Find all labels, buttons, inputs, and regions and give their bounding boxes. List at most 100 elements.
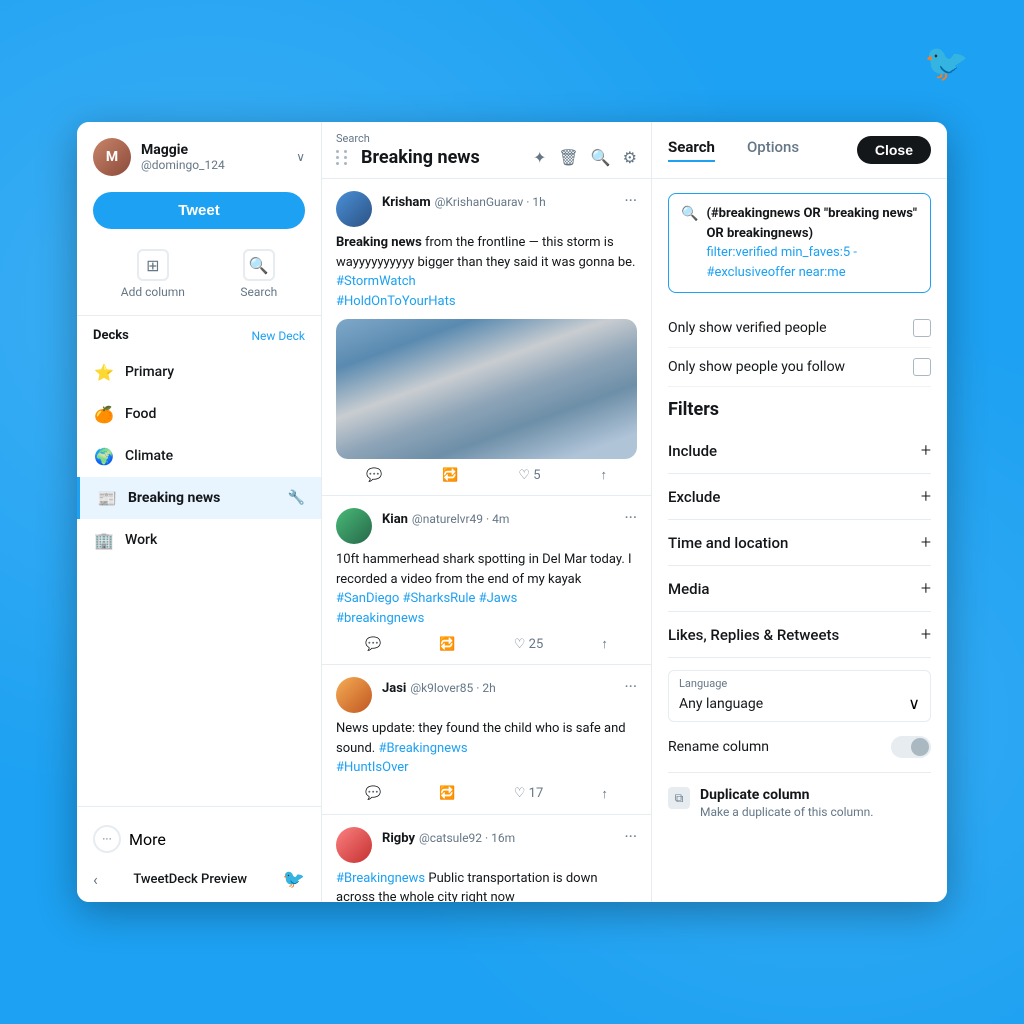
tweet-text: News update: they found the child who is… xyxy=(336,719,637,778)
tab-search[interactable]: Search xyxy=(668,138,715,162)
tweetdeck-label: TweetDeck Preview xyxy=(133,872,247,887)
like-button[interactable]: ♡ 5 xyxy=(518,467,540,483)
tweet-image xyxy=(336,319,637,459)
work-icon: 🏢 xyxy=(93,529,115,551)
table-row: Jasi @k9lover85 · 2h ··· News update: th… xyxy=(322,665,651,815)
duplicate-title: Duplicate column xyxy=(700,787,873,803)
search-action[interactable]: 🔍 Search xyxy=(240,249,277,299)
likes-retweets-label: Likes, Replies & Retweets xyxy=(668,626,839,644)
reply-button[interactable]: 💬 xyxy=(365,636,381,652)
language-value: Any language xyxy=(679,696,763,712)
rename-column-row: Rename column xyxy=(668,722,931,773)
share-button[interactable]: ↑ xyxy=(601,786,608,802)
media-label: Media xyxy=(668,580,710,598)
user-header: M Maggie @domingo_124 ∨ xyxy=(77,138,321,192)
tweet-handle: @catsule92 · 16m xyxy=(419,831,515,845)
language-selector[interactable]: Language Any language ∨ xyxy=(668,670,931,722)
nav-items: ⭐ Primary 🍊 Food 🌍 Climate 📰 Breaking ne… xyxy=(77,351,321,806)
tab-options[interactable]: Options xyxy=(747,138,799,162)
only-verified-checkbox[interactable] xyxy=(913,319,931,337)
column-header-icons: ✦ 🗑 🔍 ⚙ xyxy=(533,148,637,167)
retweet-button[interactable]: 🔁 xyxy=(439,636,455,652)
share-button[interactable]: ↑ xyxy=(601,636,608,652)
table-row: Rigby @catsule92 · 16m ··· #Breakingnews… xyxy=(322,815,651,903)
share-button[interactable]: ↑ xyxy=(601,467,608,483)
likes-plus-icon[interactable]: + xyxy=(921,624,931,645)
tweet-menu-icon[interactable]: ··· xyxy=(624,508,637,527)
close-button[interactable]: Close xyxy=(857,136,931,164)
column-header-row: Breaking news ✦ 🗑 🔍 ⚙ xyxy=(336,147,637,168)
sparkle-icon[interactable]: ✦ xyxy=(533,148,546,167)
include-plus-icon[interactable]: + xyxy=(921,440,931,461)
tweet-header: Rigby @catsule92 · 16m ··· xyxy=(336,827,637,863)
tweet-actions: 💬 🔁 ♡ 5 ↑ xyxy=(336,467,637,483)
time-location-plus-icon[interactable]: + xyxy=(921,532,931,553)
sidebar-item-climate[interactable]: 🌍 Climate xyxy=(77,435,321,477)
tweet-button[interactable]: Tweet xyxy=(93,192,305,229)
column-title: Breaking news xyxy=(361,147,480,168)
tweet-handle: @naturelvr49 · 4m xyxy=(412,512,509,526)
tweet-actions: 💬 🔁 ♡ 17 ↑ xyxy=(336,786,637,802)
search-query-box[interactable]: 🔍 (#breakingnews OR "breaking news" OR b… xyxy=(668,193,931,293)
tweet-user-info: Kian @naturelvr49 · 4m ··· xyxy=(382,508,637,527)
only-follow-option[interactable]: Only show people you follow xyxy=(668,348,931,387)
only-follow-checkbox[interactable] xyxy=(913,358,931,376)
sidebar-item-food[interactable]: 🍊 Food xyxy=(77,393,321,435)
main-column: Search Breaking news ✦ 🗑 🔍 ⚙ xyxy=(322,122,652,902)
avatar xyxy=(336,191,372,227)
like-button[interactable]: ♡ 17 xyxy=(514,786,544,802)
more-label: More xyxy=(129,830,166,849)
drag-handle[interactable] xyxy=(336,150,349,165)
tweet-name-row: Jasi @k9lover85 · 2h ··· xyxy=(382,677,637,696)
delete-icon[interactable]: 🗑 xyxy=(558,148,578,167)
only-verified-option[interactable]: Only show verified people xyxy=(668,309,931,348)
reply-button[interactable]: 💬 xyxy=(365,786,381,802)
tweet-actions: 💬 🔁 ♡ 25 ↑ xyxy=(336,636,637,652)
media-filter-row: Media + xyxy=(668,566,931,612)
rename-toggle[interactable] xyxy=(891,736,931,758)
user-info[interactable]: M Maggie @domingo_124 xyxy=(93,138,225,176)
tweet-name: Jasi xyxy=(382,681,406,696)
user-name: Maggie xyxy=(141,142,225,158)
language-value-row: Any language ∨ xyxy=(669,690,930,721)
sidebar-item-work[interactable]: 🏢 Work xyxy=(77,519,321,561)
reply-button[interactable]: 💬 xyxy=(366,467,382,483)
back-arrow-icon[interactable]: ‹ xyxy=(93,870,98,889)
tweet-name: Kian xyxy=(382,512,408,527)
media-plus-icon[interactable]: + xyxy=(921,578,931,599)
duplicate-icon: ⧉ xyxy=(668,787,690,809)
tweet-text: 10ft hammerhead shark spotting in Del Ma… xyxy=(336,550,637,628)
exclude-plus-icon[interactable]: + xyxy=(921,486,931,507)
tweetdeck-preview: ‹ TweetDeck Preview 🐦 xyxy=(93,869,305,890)
table-row: Kian @naturelvr49 · 4m ··· 10ft hammerhe… xyxy=(322,496,651,665)
like-button[interactable]: ♡ 25 xyxy=(514,636,544,652)
chevron-down-icon[interactable]: ∨ xyxy=(296,150,305,164)
sidebar-item-breaking-news[interactable]: 📰 Breaking news 🔧 xyxy=(77,477,321,519)
settings-icon[interactable]: ⚙ xyxy=(623,148,637,167)
chevron-down-icon: ∨ xyxy=(908,694,920,713)
toggle-knob xyxy=(911,738,929,756)
add-column-label: Add column xyxy=(121,285,185,299)
duplicate-row[interactable]: ⧉ Duplicate column Make a duplicate of t… xyxy=(668,773,931,833)
tweet-header: Kian @naturelvr49 · 4m ··· xyxy=(336,508,637,544)
only-verified-label: Only show verified people xyxy=(668,320,827,336)
avatar xyxy=(336,827,372,863)
retweet-button[interactable]: 🔁 xyxy=(439,786,455,802)
tweet-handle: @KrishanGuarav · 1h xyxy=(435,195,546,209)
sidebar-item-primary[interactable]: ⭐ Primary xyxy=(77,351,321,393)
new-deck-button[interactable]: New Deck xyxy=(251,329,305,343)
sidebar: M Maggie @domingo_124 ∨ Tweet ⊞ Add colu… xyxy=(77,122,322,902)
search-column-icon[interactable]: 🔍 xyxy=(591,148,611,167)
only-follow-label: Only show people you follow xyxy=(668,359,845,375)
tweet-menu-icon[interactable]: ··· xyxy=(624,827,637,846)
wrench-icon[interactable]: 🔧 xyxy=(288,490,305,506)
retweet-button[interactable]: 🔁 xyxy=(442,467,458,483)
more-item[interactable]: ··· More xyxy=(93,819,305,859)
filters-title: Filters xyxy=(668,399,931,420)
climate-icon: 🌍 xyxy=(93,445,115,467)
twitter-logo: 🐦 xyxy=(924,42,969,84)
tweet-name: Rigby xyxy=(382,831,415,846)
add-column-action[interactable]: ⊞ Add column xyxy=(121,249,185,299)
tweet-menu-icon[interactable]: ··· xyxy=(624,191,637,210)
tweet-menu-icon[interactable]: ··· xyxy=(624,677,637,696)
